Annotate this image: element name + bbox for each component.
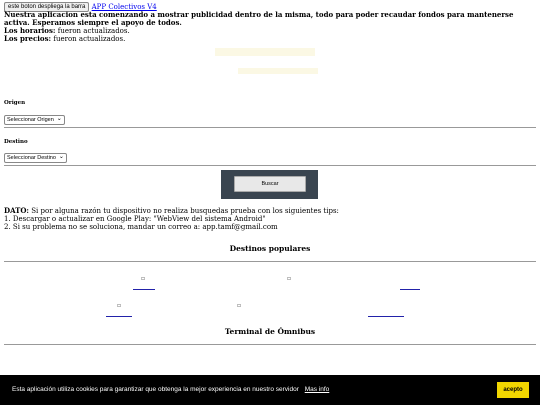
origen-select-value: Seleccionar Origen (7, 117, 54, 123)
tip-item: 1. Descargar o actualizar en Google Play… (4, 215, 266, 223)
ad-placeholder (238, 68, 318, 74)
dato-label: DATO: (4, 206, 30, 215)
accept-cookies-button[interactable]: acepto (497, 382, 529, 398)
broken-image-icon[interactable]: ▫ (141, 275, 149, 282)
divider (4, 261, 536, 262)
broken-image-icon[interactable]: ▫ (237, 302, 245, 309)
destino-select-value: Seleccionar Destino (7, 155, 56, 161)
precios-label: Los precios: (4, 34, 52, 43)
popular-destinations-title: Destinos populares (229, 244, 311, 253)
origen-label: Origen (4, 100, 26, 106)
terminal-title: Terminal de Ómnibus (224, 327, 316, 336)
destination-link[interactable] (400, 289, 420, 290)
horarios-value: fueron actualizados. (57, 27, 130, 35)
more-info-link[interactable]: Mas info (305, 386, 330, 393)
search-panel: Buscar (221, 170, 318, 199)
ad-placeholder (215, 48, 315, 56)
broken-image-icon[interactable]: ▫ (287, 275, 295, 282)
dato-line: DATO: Si por alguna razón tu dispositivo… (4, 206, 536, 216)
destination-link[interactable] (133, 289, 155, 290)
divider (4, 165, 536, 166)
broken-image-icon[interactable]: ▫ (117, 302, 125, 309)
origen-group: Origen (4, 99, 25, 107)
tips-block: DATO: Si por alguna razón tu dispositivo… (4, 206, 536, 232)
cookie-text: Esta aplicación utiliza cookies para gar… (12, 386, 299, 393)
destino-label: Destino (4, 139, 28, 145)
chevron-down-icon: ⌄ (56, 116, 62, 122)
destination-link[interactable] (106, 316, 132, 317)
horarios-line: Los horarios: fueron actualizados. (4, 27, 536, 36)
notice-text: Nuestra aplicacion esta comenzando a mos… (4, 10, 514, 27)
chevron-down-icon: ⌄ (58, 154, 64, 160)
destination-link[interactable] (368, 316, 404, 317)
dato-text: Si por alguna razón tu dispositivo no re… (31, 207, 339, 215)
precios-value: fueron actualizados. (53, 35, 126, 43)
divider (4, 344, 536, 345)
divider (4, 127, 536, 128)
origen-select[interactable]: Seleccionar Origen ⌄ (4, 115, 65, 125)
destino-select[interactable]: Seleccionar Destino ⌄ (4, 153, 67, 163)
cookie-message: Esta aplicación utiliza cookies para gar… (12, 386, 329, 394)
header: este boton despliega la barra APP Colect… (0, 0, 540, 43)
cookie-banner: Esta aplicación utiliza cookies para gar… (0, 375, 540, 405)
tip-item: 2. Si su problema no se soluciona, manda… (4, 223, 278, 231)
precios-line: Los precios: fueron actualizados. (4, 34, 536, 44)
search-button[interactable]: Buscar (234, 176, 306, 192)
